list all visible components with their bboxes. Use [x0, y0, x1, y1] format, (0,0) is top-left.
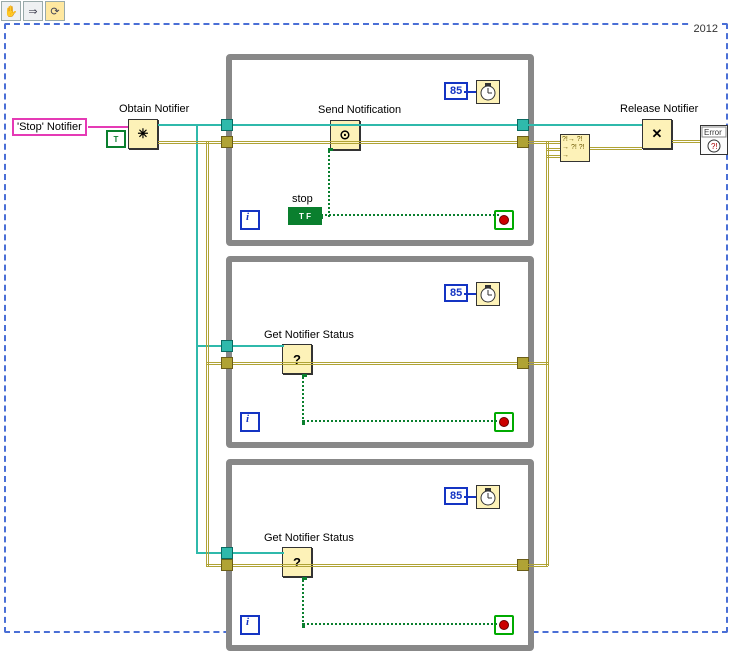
wire-bool-up	[328, 148, 330, 217]
stop-boolean-control[interactable]: T F	[288, 207, 322, 225]
wire-err-release-out	[672, 140, 702, 143]
tunnel-l3-in-ref	[221, 547, 233, 559]
while-loop-2[interactable]: Get Notifier Status ? 85	[226, 256, 534, 448]
get-status-label-2: Get Notifier Status	[264, 329, 354, 341]
loop3-stop-terminal[interactable]	[494, 615, 514, 635]
wire-wait1	[464, 91, 476, 93]
tunnel-l2-in-err	[221, 357, 233, 369]
obtain-notifier-glyph: ✳	[129, 120, 157, 148]
send-notification-label: Send Notification	[318, 104, 401, 116]
wait-ms-node-3[interactable]	[476, 485, 500, 509]
wire-error-through3	[226, 564, 528, 567]
wire-err-collect	[546, 141, 549, 566]
wire-err-to-merge2	[546, 148, 560, 151]
wire-err-to-merge1	[546, 141, 560, 144]
obtain-notifier-node[interactable]: ✳	[128, 119, 158, 149]
release-notifier-glyph: ✕	[643, 120, 671, 148]
diagram-canvas: ✋ ⇒ ⟳ 2012 'Stop' Notifier Obtain Notifi…	[0, 0, 729, 634]
release-notifier-label: Release Notifier	[620, 103, 698, 115]
stop-notifier-string-control[interactable]: 'Stop' Notifier	[12, 118, 87, 136]
wire-error-vert	[206, 141, 209, 566]
obtain-notifier-label: Obtain Notifier	[119, 103, 189, 115]
get-status-label-3: Get Notifier Status	[264, 532, 354, 544]
loop1-stop-terminal[interactable]	[494, 210, 514, 230]
true-constant[interactable]: T	[106, 130, 126, 148]
error-out-indicator[interactable]: Error?!	[700, 125, 728, 155]
wire-bool2-h	[302, 420, 497, 422]
wire-error-obtain	[158, 141, 208, 144]
wait-ms-node-2[interactable]	[476, 282, 500, 306]
flat-sequence-structure[interactable]: 2012 'Stop' Notifier Obtain Notifier ✳ T…	[4, 23, 728, 633]
tunnel-l1-in-err	[221, 136, 233, 148]
while-loop-3[interactable]: Get Notifier Status ? 85	[226, 459, 534, 651]
svg-text:Error: Error	[704, 128, 722, 137]
wire-notifier-vert	[196, 124, 198, 554]
arrow-tool-button[interactable]: ⇒	[23, 1, 43, 21]
release-notifier-node[interactable]: ✕	[642, 119, 672, 149]
wire-bool3-h	[302, 623, 497, 625]
get-status-glyph-2: ?	[283, 345, 311, 373]
while-loop-1[interactable]: Send Notification ⊙ 85 stop T F	[226, 54, 534, 246]
wire-bool-stop	[320, 214, 499, 216]
version-label: 2012	[692, 23, 720, 35]
wait-ms-node-1[interactable]	[476, 80, 500, 104]
wire-err-out3	[528, 564, 548, 567]
wire-notifier-in3	[226, 552, 284, 554]
wire-error-through2	[226, 362, 528, 365]
wire-err-to-merge3	[546, 155, 560, 158]
loop1-iteration-terminal	[240, 210, 260, 230]
loop3-iteration-terminal	[240, 615, 260, 635]
wire-err-out2	[528, 362, 548, 365]
wire-ref-to-release	[528, 124, 642, 126]
loop2-iteration-terminal	[240, 412, 260, 432]
tunnel-l3-in-err	[221, 559, 233, 571]
wire-notifier-in2	[226, 345, 284, 347]
tunnel-l2-in-ref	[221, 340, 233, 352]
get-notifier-status-node-3[interactable]: ?	[282, 547, 312, 577]
tunnel-l1-in-ref	[221, 119, 233, 131]
sync-tool-button[interactable]: ⟳	[45, 1, 65, 21]
wire-string	[88, 126, 128, 128]
hand-tool-button[interactable]: ✋	[1, 1, 21, 21]
loop2-stop-terminal[interactable]	[494, 412, 514, 432]
wire-bool2-v	[302, 374, 304, 423]
palette-toolbar: ✋ ⇒ ⟳	[0, 0, 66, 22]
wire-error-through1	[226, 141, 526, 144]
wire-wait3	[464, 496, 476, 498]
stop-control-label: stop	[292, 193, 313, 205]
wire-wait2	[464, 293, 476, 295]
svg-text:?!: ?!	[711, 142, 718, 151]
wire-notifier-through1	[226, 124, 526, 126]
merge-errors-node[interactable]: ?!→ ?!→ ?! ?!→	[560, 134, 590, 162]
wire-bool3-v	[302, 577, 304, 626]
wire-err-merge-release	[590, 147, 642, 150]
get-status-glyph-3: ?	[283, 548, 311, 576]
get-notifier-status-node-2[interactable]: ?	[282, 344, 312, 374]
